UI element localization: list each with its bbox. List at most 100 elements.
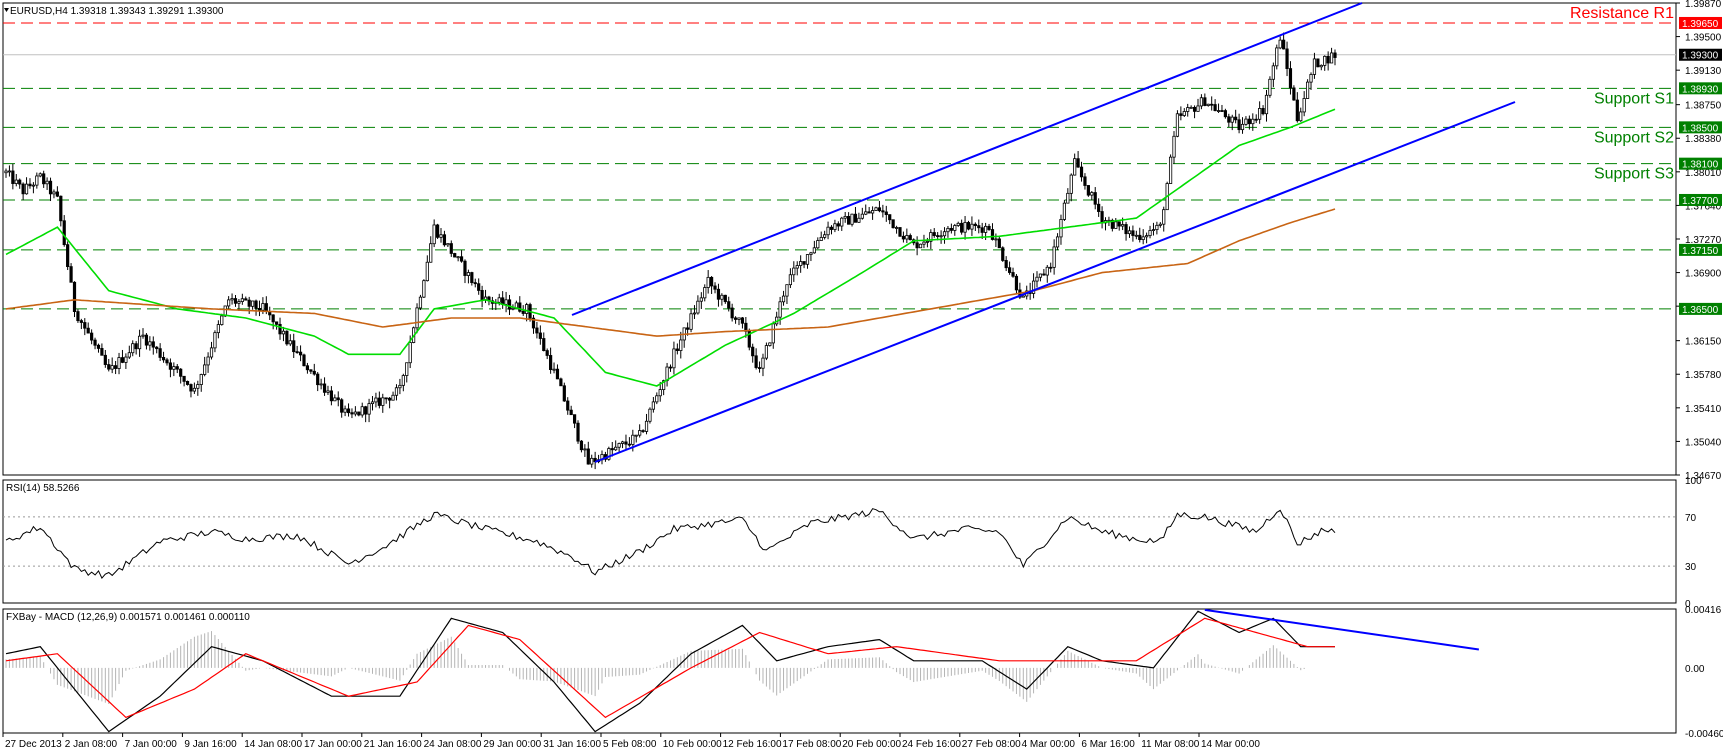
candle-down	[1234, 116, 1238, 121]
candle-down	[377, 397, 381, 406]
candle-up	[984, 225, 988, 233]
candle-up	[1271, 65, 1275, 80]
candle-up	[648, 408, 652, 422]
candle-down	[1083, 176, 1087, 186]
time-axis-label: 14 Jan 08:00	[244, 739, 302, 750]
candle-down	[1117, 221, 1121, 227]
price-axis-label: 1.38380	[1685, 134, 1722, 145]
candle-down	[977, 225, 981, 229]
candle-up	[1062, 202, 1067, 220]
candle-up	[552, 368, 556, 371]
candle-up	[699, 297, 703, 302]
candle-up	[617, 443, 621, 448]
candle-up	[631, 434, 635, 445]
candle-up	[788, 274, 792, 286]
candle-up	[1073, 158, 1077, 176]
candle-down	[1138, 234, 1142, 240]
candle-down	[727, 301, 731, 309]
candle-up	[634, 434, 638, 437]
candle-up	[360, 406, 364, 416]
candle-up	[401, 375, 405, 386]
resistance-r1-tag: 1.39650	[1682, 19, 1719, 30]
candle-down	[165, 359, 169, 364]
candle-up	[1168, 156, 1173, 184]
candle-down	[161, 357, 166, 361]
candle-up	[651, 401, 655, 410]
candle-up	[1148, 230, 1152, 237]
time-axis-label: 2 Jan 08:00	[65, 739, 118, 750]
candle-down	[668, 366, 673, 369]
candle-down	[987, 225, 991, 230]
candle-up	[213, 332, 217, 349]
candle-down	[542, 338, 546, 351]
candle-down	[28, 183, 32, 187]
candle-down	[1203, 97, 1207, 106]
time-axis-label: 6 Mar 16:00	[1081, 739, 1135, 750]
candle-down	[713, 285, 717, 290]
candle-down	[1223, 110, 1227, 118]
candle-down	[470, 272, 474, 284]
candle-down	[675, 348, 679, 351]
candle-up	[137, 335, 142, 350]
candle-up	[192, 387, 196, 392]
candle-up	[525, 304, 529, 314]
candle-down	[442, 234, 447, 246]
time-axis-label: 5 Feb 08:00	[603, 739, 657, 750]
candle-down	[233, 298, 238, 304]
candle-down	[740, 317, 745, 324]
candle-down	[340, 399, 344, 413]
candle-down	[1220, 110, 1224, 112]
candle-down	[569, 409, 573, 416]
candle-up	[1172, 135, 1176, 158]
time-axis-label: 27 Feb 08:00	[962, 739, 1021, 750]
candle-up	[240, 298, 244, 302]
candle-up	[925, 240, 929, 243]
candle-down	[1001, 247, 1005, 261]
chart-canvas: 1.398701.395001.391301.387501.383801.380…	[2, 0, 1723, 750]
symbol-header: EURUSD,H4 1.39318 1.39343 1.39291 1.3930…	[10, 6, 224, 17]
candle-down	[295, 351, 299, 354]
price-panel-frame	[2, 2, 1677, 476]
time-axis-label: 14 Mar 00:00	[1201, 739, 1260, 750]
candle-down	[881, 210, 885, 213]
candle-up	[1251, 118, 1255, 125]
time-axis-label: 20 Feb 00:00	[842, 739, 901, 750]
candle-down	[867, 211, 871, 214]
candle-down	[1042, 273, 1046, 276]
candle-down	[1192, 106, 1197, 112]
candle-up	[799, 261, 803, 266]
candle-up	[199, 374, 203, 385]
current-price-tag: 1.39300	[1682, 51, 1719, 62]
candle-up	[1305, 81, 1310, 99]
candle-up	[1045, 266, 1049, 276]
candle-up	[432, 224, 436, 245]
candle-down	[877, 207, 882, 212]
candle-up	[1069, 174, 1073, 194]
candle-up	[850, 213, 854, 225]
candle-down	[1131, 230, 1135, 236]
candle-down	[189, 384, 193, 392]
candle-up	[583, 448, 587, 451]
candle-up	[398, 384, 402, 389]
time-axis-label: 7 Jan 00:00	[125, 739, 178, 750]
candle-down	[884, 211, 888, 216]
candle-down	[384, 397, 388, 400]
candle-down	[453, 253, 457, 258]
candle-down	[120, 357, 125, 363]
candle-up	[1175, 113, 1180, 137]
candle-down	[1227, 116, 1231, 123]
level-tag: 1.36500	[1682, 305, 1719, 316]
candle-up	[843, 215, 847, 219]
candle-down	[182, 375, 186, 382]
candle-up	[230, 298, 234, 301]
candle-up	[781, 295, 786, 303]
candle-up	[333, 397, 337, 402]
candle-down	[545, 350, 549, 356]
candle-down	[836, 223, 840, 227]
price-axis-label: 1.38750	[1685, 101, 1722, 112]
support-s3-label: Support S3	[1594, 166, 1674, 183]
candle-up	[918, 243, 923, 249]
candle-up	[439, 234, 443, 238]
candle-up	[418, 296, 423, 309]
candle-down	[298, 351, 303, 356]
